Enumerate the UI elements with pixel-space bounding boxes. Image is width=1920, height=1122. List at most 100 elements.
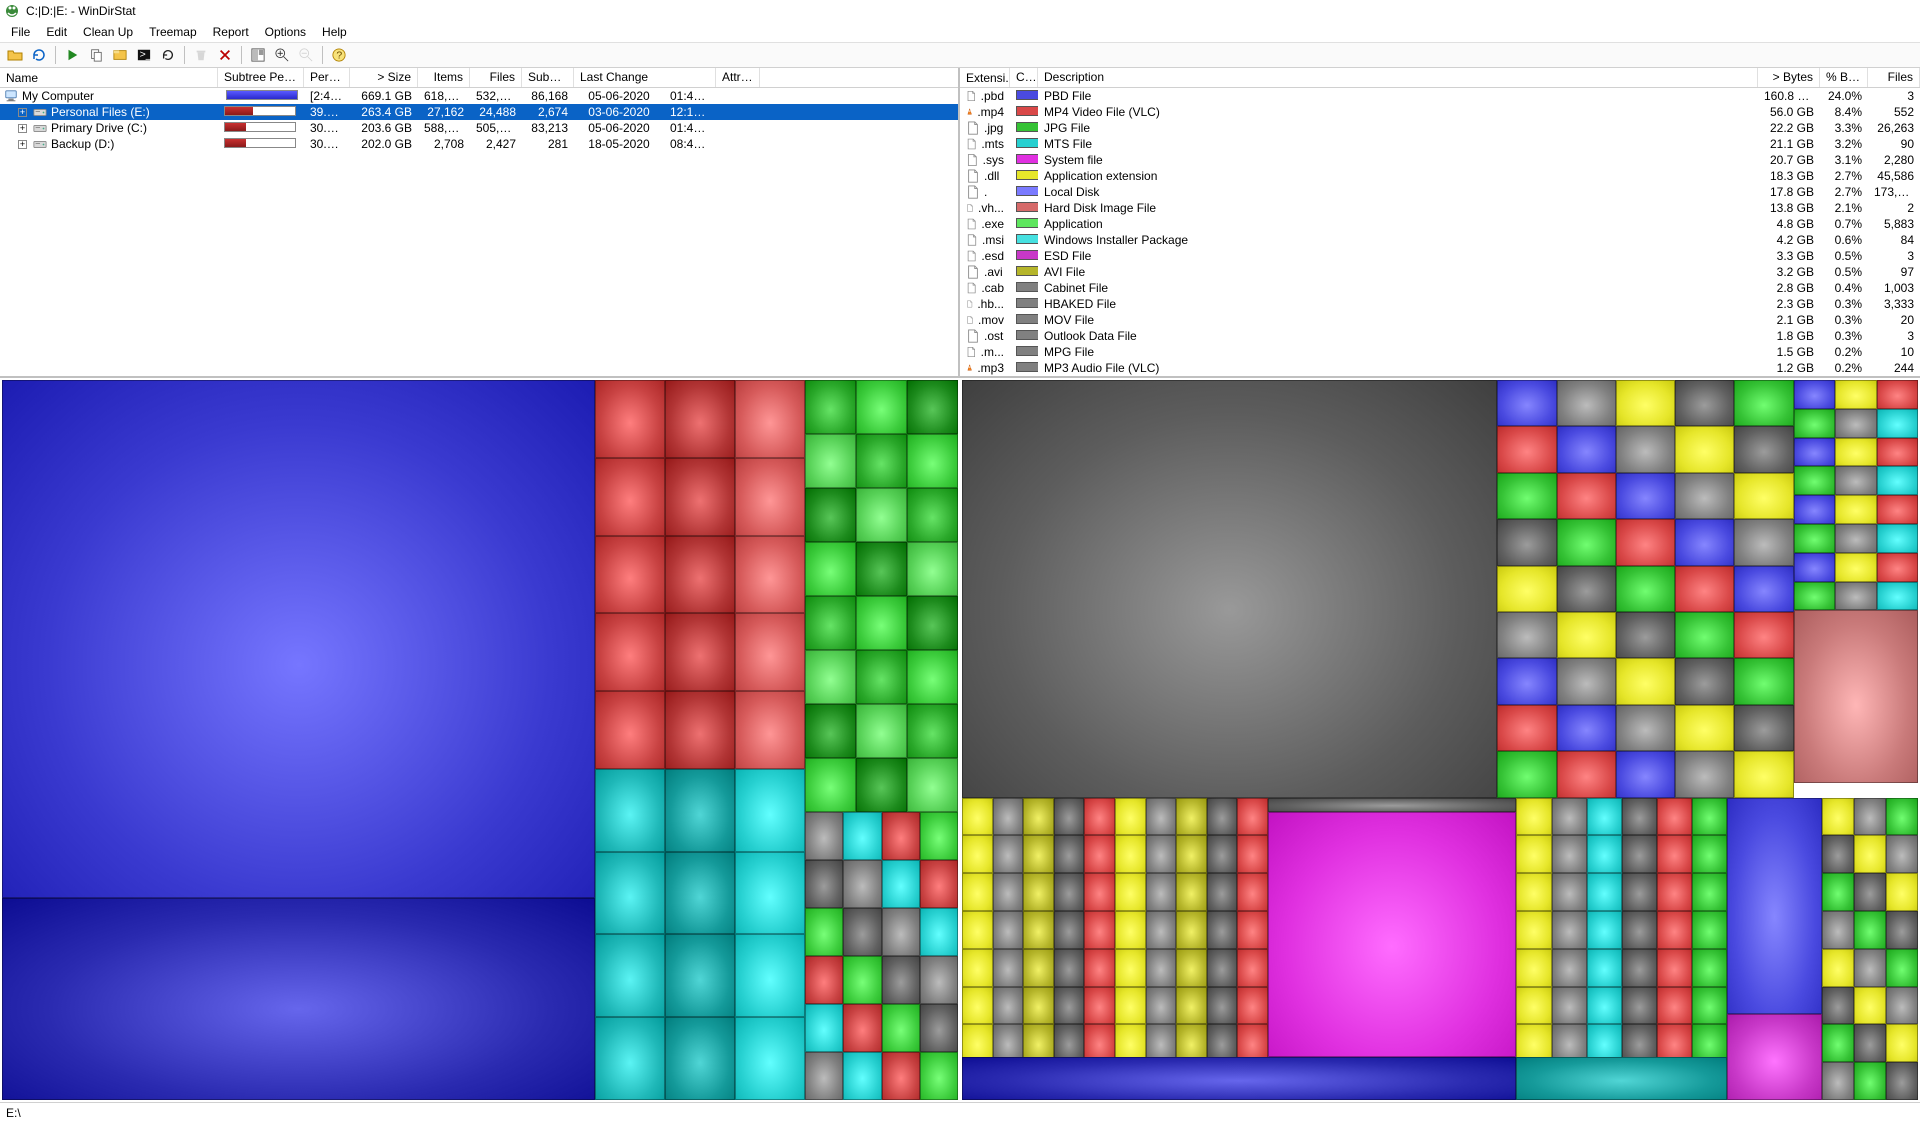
zoom-in-icon[interactable] — [271, 44, 293, 66]
treemap-block[interactable] — [1794, 466, 1835, 495]
extension-list-pane[interactable]: Extensi... Col... Description > Bytes % … — [960, 68, 1920, 376]
treemap-block[interactable] — [1854, 1062, 1886, 1100]
treemap-block[interactable] — [920, 956, 958, 1004]
treemap-block[interactable] — [1877, 524, 1918, 553]
treemap-block[interactable] — [1516, 798, 1551, 836]
tree-body[interactable]: My Computer[2:40 s]669.1 GB618,599532,43… — [0, 88, 958, 376]
treemap-block[interactable] — [1237, 987, 1268, 1025]
tree-row[interactable]: +Backup (D:)30.2%202.0 GB2,7082,42728118… — [0, 136, 958, 152]
treemap-block[interactable] — [1822, 798, 1854, 836]
treemap-block[interactable] — [856, 596, 907, 650]
treemap-block[interactable] — [1835, 524, 1876, 553]
col-file-count[interactable]: Files — [1868, 68, 1920, 87]
col-items[interactable]: Items — [418, 68, 470, 87]
treemap-block[interactable] — [735, 536, 805, 614]
treemap-block[interactable] — [920, 908, 958, 956]
treemap-block[interactable] — [805, 650, 856, 704]
treemap-block[interactable] — [1675, 612, 1734, 658]
treemap-block[interactable] — [1675, 705, 1734, 751]
treemap-block[interactable] — [1146, 835, 1177, 873]
treemap-block[interactable] — [1207, 949, 1238, 987]
treemap-block[interactable] — [1794, 610, 1918, 783]
treemap-block[interactable] — [1176, 987, 1207, 1025]
treemap-block[interactable] — [993, 873, 1024, 911]
treemap-block[interactable] — [1557, 519, 1616, 565]
treemap-block[interactable] — [1854, 835, 1886, 873]
treemap-block[interactable] — [1657, 798, 1692, 836]
treemap-block[interactable] — [735, 1017, 805, 1100]
expander-icon[interactable]: + — [18, 124, 27, 133]
treemap-block[interactable] — [1054, 873, 1085, 911]
treemap-block[interactable] — [907, 380, 958, 434]
treemap-block[interactable] — [1084, 873, 1115, 911]
treemap-block[interactable] — [1497, 380, 1556, 426]
tree-header[interactable]: Name Subtree Percent... Perce... > Size … — [0, 68, 958, 88]
treemap-block[interactable] — [1268, 798, 1517, 812]
treemap-block[interactable] — [805, 542, 856, 596]
treemap-block[interactable] — [1084, 911, 1115, 949]
treemap-block[interactable] — [1734, 705, 1793, 751]
ext-row[interactable]: .movMOV File2.1 GB0.3%20 — [960, 312, 1920, 328]
col-bytes-pct[interactable]: % By... — [1820, 68, 1868, 87]
treemap-block[interactable] — [1835, 438, 1876, 467]
treemap-block[interactable] — [1023, 835, 1054, 873]
treemap-block[interactable] — [1023, 987, 1054, 1025]
ext-row[interactable]: .esdESD File3.3 GB0.5%3 — [960, 248, 1920, 264]
col-subtree-pct[interactable]: Subtree Percent... — [218, 68, 304, 87]
treemap-block[interactable] — [962, 873, 993, 911]
col-last-change[interactable]: Last Change — [574, 68, 716, 87]
tree-row[interactable]: My Computer[2:40 s]669.1 GB618,599532,43… — [0, 88, 958, 104]
treemap-block[interactable] — [1616, 566, 1675, 612]
treemap-block[interactable] — [882, 1004, 920, 1052]
col-description[interactable]: Description — [1038, 68, 1758, 87]
treemap-block[interactable] — [1886, 873, 1918, 911]
treemap-block[interactable] — [962, 380, 1497, 798]
treemap-block[interactable] — [595, 691, 665, 769]
treemap-block[interactable] — [1054, 911, 1085, 949]
treemap-block[interactable] — [1054, 987, 1085, 1025]
treemap-block[interactable] — [1084, 949, 1115, 987]
col-files[interactable]: Files — [470, 68, 522, 87]
treemap-block[interactable] — [907, 542, 958, 596]
treemap-block[interactable] — [1822, 873, 1854, 911]
treemap-left[interactable] — [2, 380, 958, 1100]
treemap-block[interactable] — [1835, 466, 1876, 495]
ext-row[interactable]: .mtsMTS File21.1 GB3.2%90 — [960, 136, 1920, 152]
show-treemap-icon[interactable] — [247, 44, 269, 66]
treemap-block[interactable] — [1023, 911, 1054, 949]
col-size[interactable]: > Size — [350, 68, 418, 87]
treemap-block[interactable] — [962, 987, 993, 1025]
treemap-block[interactable] — [735, 691, 805, 769]
explorer-icon[interactable] — [109, 44, 131, 66]
treemap-block[interactable] — [1557, 612, 1616, 658]
treemap-block[interactable] — [1557, 658, 1616, 704]
treemap-block[interactable] — [805, 1052, 843, 1100]
treemap-block[interactable] — [1115, 911, 1146, 949]
treemap-block[interactable] — [843, 1004, 881, 1052]
expander-icon[interactable]: + — [18, 108, 27, 117]
col-extension[interactable]: Extensi... — [960, 68, 1010, 87]
treemap-block[interactable] — [856, 704, 907, 758]
ext-row[interactable]: .hb...HBAKED File2.3 GB0.3%3,333 — [960, 296, 1920, 312]
treemap-block[interactable] — [1886, 1024, 1918, 1062]
treemap-block[interactable] — [1854, 949, 1886, 987]
treemap-block[interactable] — [1657, 835, 1692, 873]
ext-row[interactable]: .sysSystem file20.7 GB3.1%2,280 — [960, 152, 1920, 168]
treemap-block[interactable] — [1877, 380, 1918, 409]
treemap-block[interactable] — [1886, 987, 1918, 1025]
treemap-block[interactable] — [993, 835, 1024, 873]
treemap-block[interactable] — [735, 934, 805, 1017]
treemap-block[interactable] — [1587, 949, 1622, 987]
treemap-block[interactable] — [1794, 582, 1835, 611]
treemap-block[interactable] — [1207, 987, 1238, 1025]
treemap-block[interactable] — [1877, 582, 1918, 611]
treemap-block[interactable] — [1734, 473, 1793, 519]
treemap-block[interactable] — [1023, 949, 1054, 987]
menu-report[interactable]: Report — [206, 24, 256, 40]
treemap-block[interactable] — [993, 987, 1024, 1025]
treemap-block[interactable] — [805, 1004, 843, 1052]
treemap-block[interactable] — [805, 596, 856, 650]
treemap-block[interactable] — [1516, 949, 1551, 987]
treemap-block[interactable] — [1207, 835, 1238, 873]
ext-header[interactable]: Extensi... Col... Description > Bytes % … — [960, 68, 1920, 88]
